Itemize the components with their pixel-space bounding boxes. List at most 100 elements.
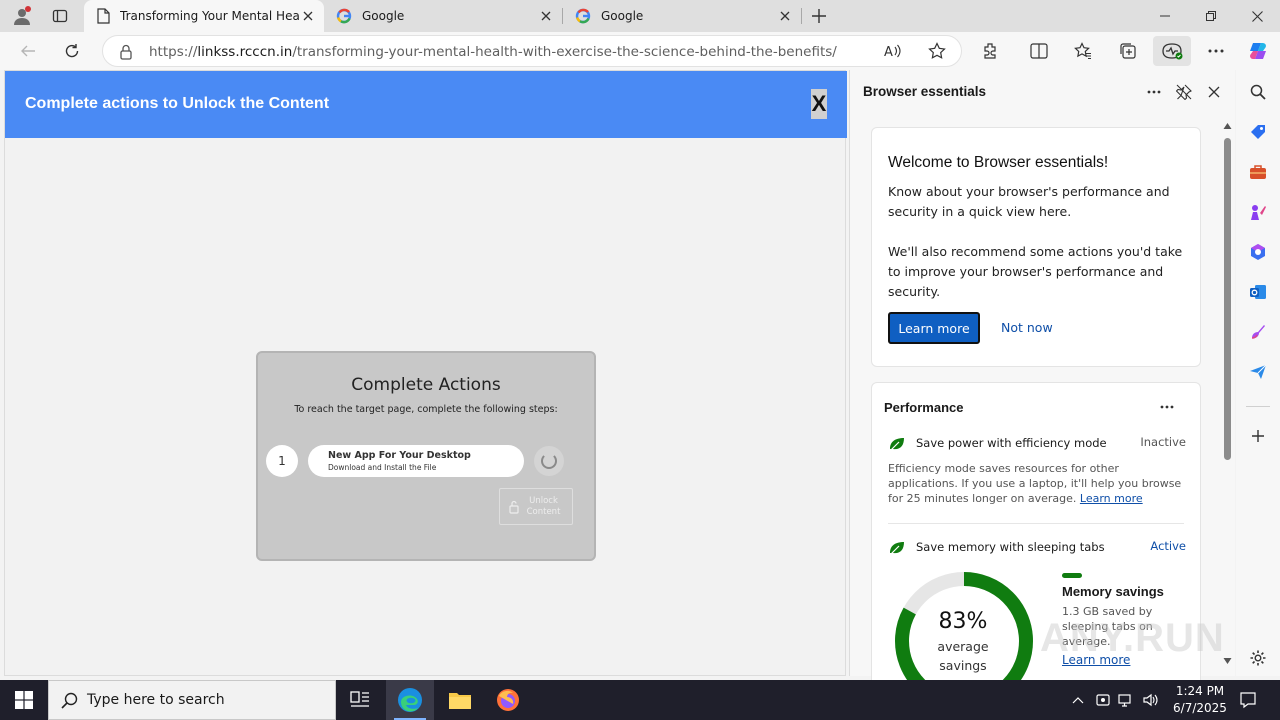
learn-more-button[interactable]: Learn more <box>888 312 980 344</box>
profile-icon[interactable] <box>8 4 36 28</box>
microsoft-365-icon[interactable] <box>1246 240 1270 264</box>
page-icon <box>97 8 110 24</box>
lock-icon[interactable] <box>119 44 133 60</box>
close-tab-icon[interactable] <box>538 8 554 24</box>
copilot-icon[interactable] <box>1242 36 1274 66</box>
show-hidden-icons[interactable] <box>1068 690 1088 710</box>
task-view-button[interactable] <box>336 680 384 720</box>
modal-title: Complete Actions <box>351 375 501 395</box>
efficiency-mode-state[interactable]: Inactive <box>1140 435 1186 449</box>
panel-more-icon[interactable] <box>1142 80 1166 104</box>
close-tab-icon[interactable] <box>777 8 793 24</box>
sidebar-rail <box>1236 70 1280 676</box>
tab-google-1[interactable]: Google <box>324 0 562 32</box>
tab-transforming[interactable]: Transforming Your Mental Health <box>84 0 324 32</box>
efficiency-leaf-icon <box>890 438 904 451</box>
add-sidebar-app-icon[interactable] <box>1246 424 1270 448</box>
spinner-icon <box>541 453 557 469</box>
taskbar-firefox[interactable] <box>484 680 532 720</box>
network-icon[interactable] <box>1116 690 1136 710</box>
shopping-tag-icon[interactable] <box>1246 120 1270 144</box>
scroll-up-icon[interactable] <box>1223 122 1232 130</box>
sidebar-settings-icon[interactable] <box>1246 646 1270 670</box>
clock-date: 6/7/2025 <box>1173 701 1227 715</box>
efficiency-mode-label: Save power with efficiency mode <box>916 436 1107 450</box>
address-bar[interactable]: https://linkss.rcccn.in/transforming-you… <box>102 35 962 67</box>
loading-spinner <box>534 446 564 476</box>
send-icon[interactable] <box>1246 360 1270 384</box>
performance-title: Performance <box>884 400 964 415</box>
games-icon[interactable] <box>1246 200 1270 224</box>
firefox-icon <box>497 689 519 711</box>
tab-actions-icon[interactable] <box>46 4 74 28</box>
memory-accent-bar <box>1062 573 1082 578</box>
collections-icon[interactable] <box>1112 36 1144 66</box>
settings-more-icon[interactable] <box>1200 36 1232 66</box>
back-button[interactable] <box>12 36 44 66</box>
unlock-content-button[interactable]: Unlock Content <box>499 488 573 525</box>
panel-title: Browser essentials <box>863 84 987 99</box>
panel-scrollbar[interactable] <box>1222 120 1232 672</box>
start-button[interactable] <box>0 680 48 720</box>
windows-taskbar: Type here to search 1:24 PM 6/7/2025 <box>0 680 1280 720</box>
taskbar-search-box[interactable]: Type here to search <box>48 680 336 720</box>
tab-separator <box>801 8 802 24</box>
notifications-icon[interactable] <box>1238 690 1258 710</box>
unpin-icon[interactable] <box>1172 80 1196 104</box>
read-aloud-icon[interactable]: A <box>877 36 909 66</box>
search-placeholder: Type here to search <box>87 692 225 708</box>
folder-icon <box>449 693 471 709</box>
welcome-text-1: Know about your browser's performance an… <box>888 184 1170 219</box>
url-text: https://linkss.rcccn.in/transforming-you… <box>149 44 837 60</box>
sleeping-tabs-state[interactable]: Active <box>1150 539 1186 553</box>
new-tab-button[interactable] <box>805 4 833 28</box>
windows-logo-icon <box>15 691 33 709</box>
efficiency-learn-more-link[interactable]: Learn more <box>1080 492 1143 505</box>
restore-icon <box>1206 11 1216 21</box>
welcome-text-2: We'll also recommend some actions you'd … <box>888 244 1183 299</box>
banner-close-button[interactable]: X <box>811 89 827 119</box>
refresh-button[interactable] <box>56 36 88 66</box>
back-arrow-icon <box>21 45 35 57</box>
sleeping-tabs-leaf-icon <box>890 542 904 555</box>
close-window-button[interactable] <box>1234 0 1280 32</box>
panel-header: Browser essentials <box>850 70 1236 114</box>
step-number: 1 <box>266 445 298 477</box>
google-icon <box>575 8 591 24</box>
volume-icon[interactable] <box>1140 690 1160 710</box>
watermark: ANY.RUN <box>1040 616 1225 660</box>
tab-google-2[interactable]: Google <box>563 0 801 32</box>
favorite-star-icon[interactable] <box>921 36 953 66</box>
split-screen-icon[interactable] <box>1023 36 1055 66</box>
step-description: Download and Install the File <box>328 463 437 472</box>
complete-actions-modal: Complete Actions To reach the target pag… <box>256 351 596 561</box>
scroll-thumb[interactable] <box>1224 138 1231 460</box>
rail-divider <box>1246 406 1270 407</box>
browser-toolbar: https://linkss.rcccn.in/transforming-you… <box>0 32 1280 70</box>
sleeping-tabs-label: Save memory with sleeping tabs <box>916 540 1105 554</box>
step-offer-button[interactable]: New App For Your Desktop Download and In… <box>308 445 524 477</box>
minimize-button[interactable] <box>1142 0 1188 32</box>
refresh-icon <box>65 44 79 58</box>
extensions-icon[interactable] <box>975 36 1007 66</box>
outlook-icon[interactable] <box>1246 280 1270 304</box>
meet-now-icon[interactable] <box>1093 690 1113 710</box>
browser-essentials-icon[interactable] <box>1153 36 1191 66</box>
favorites-icon[interactable] <box>1067 36 1099 66</box>
performance-more-icon[interactable] <box>1160 405 1174 409</box>
gauge-label-savings: savings <box>939 658 987 673</box>
tools-briefcase-icon[interactable] <box>1246 160 1270 184</box>
unlock-icon <box>508 500 519 514</box>
taskbar-file-explorer[interactable] <box>436 680 484 720</box>
tab-title: Google <box>601 9 644 23</box>
close-tab-icon[interactable] <box>300 8 316 24</box>
designer-icon[interactable] <box>1246 320 1270 344</box>
restore-button[interactable] <box>1188 0 1234 32</box>
not-now-button[interactable]: Not now <box>1001 320 1053 335</box>
taskbar-clock[interactable]: 1:24 PM 6/7/2025 <box>1164 683 1236 717</box>
taskbar-edge[interactable] <box>386 680 434 720</box>
step-name: New App For Your Desktop <box>328 450 471 461</box>
search-icon[interactable] <box>1246 80 1270 104</box>
welcome-title: Welcome to Browser essentials! <box>888 154 1109 171</box>
close-panel-icon[interactable] <box>1202 80 1226 104</box>
